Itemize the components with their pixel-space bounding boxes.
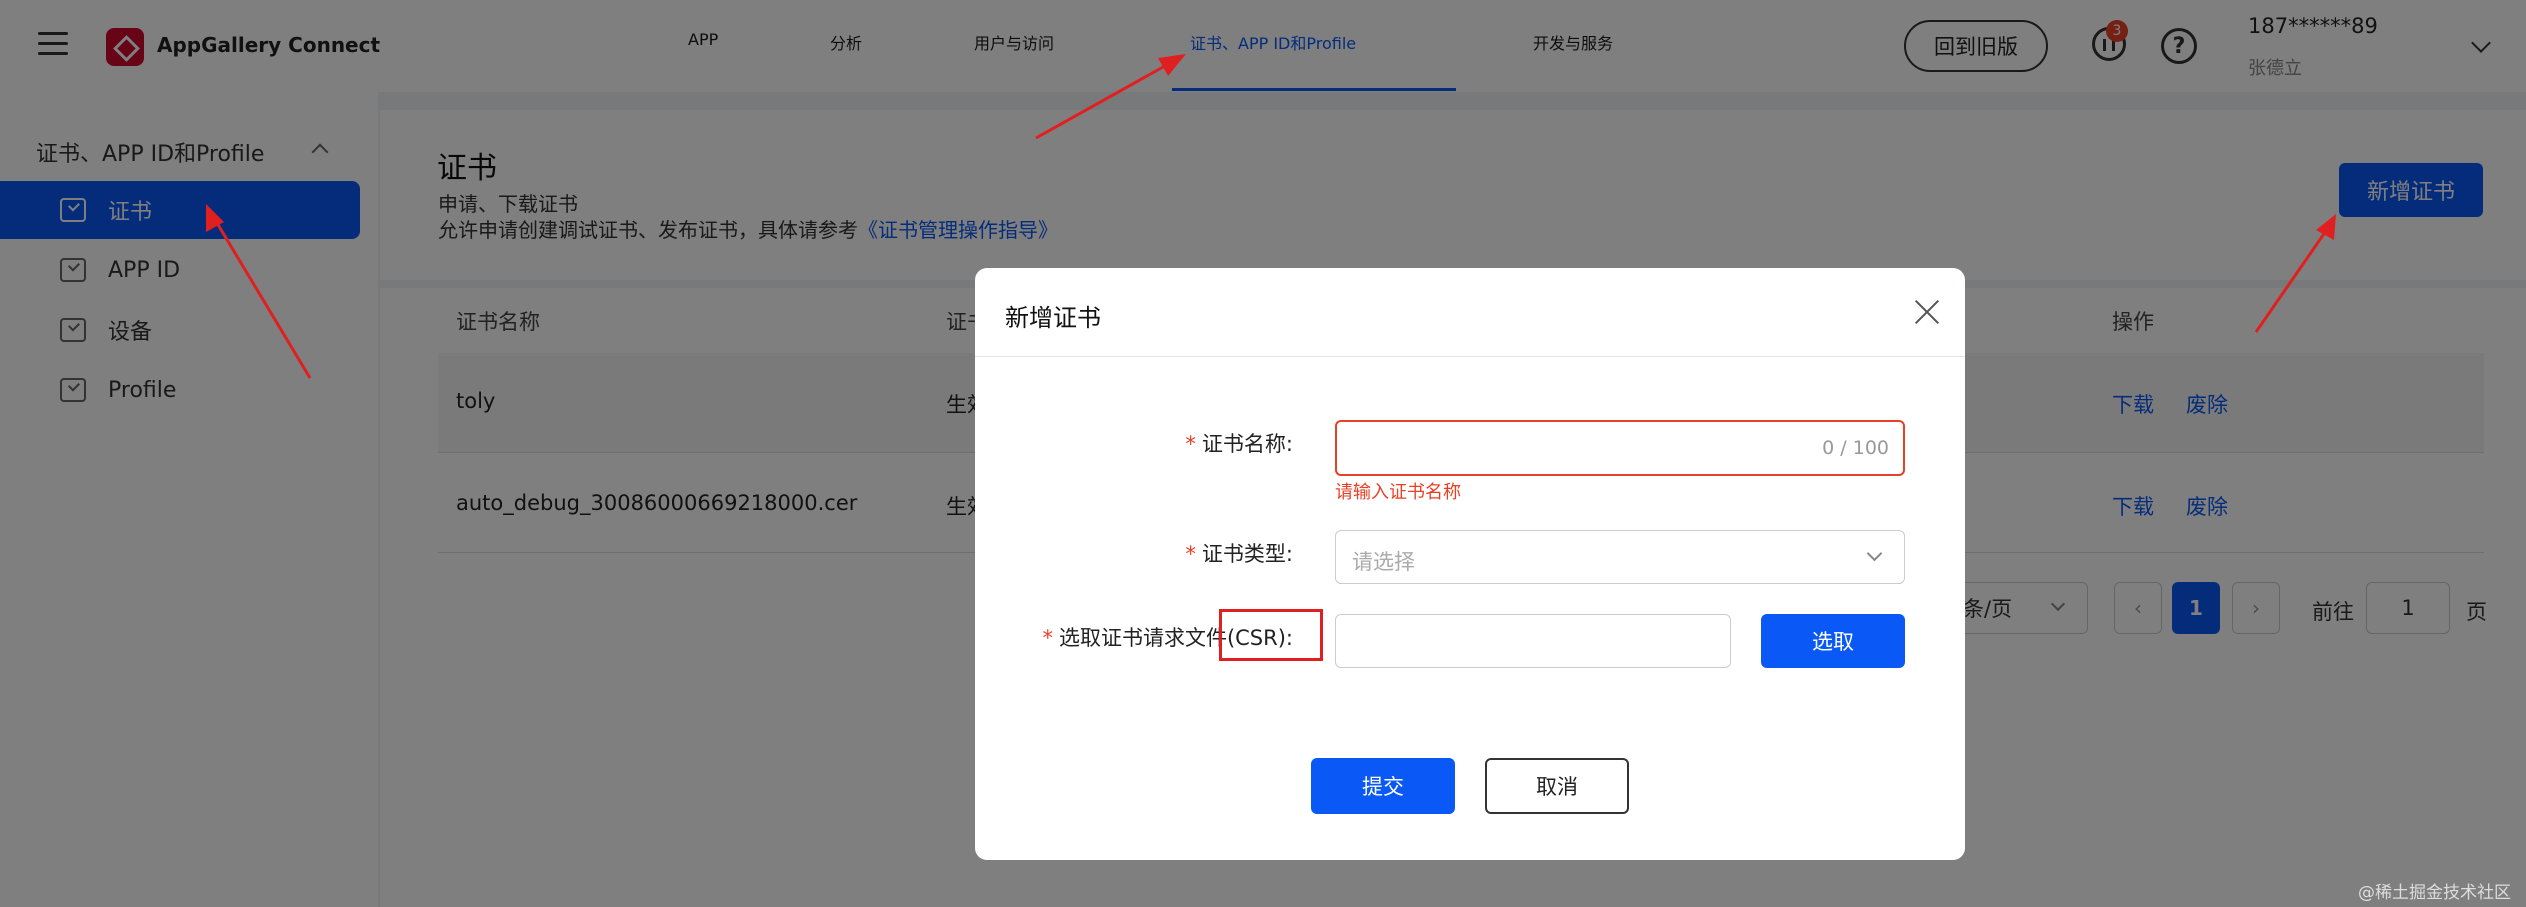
required-mark: * [1042, 626, 1053, 650]
chevron-down-icon [1866, 545, 1883, 562]
required-mark: * [1185, 432, 1196, 456]
cert-name-input[interactable]: 0 / 100 [1335, 420, 1905, 476]
cert-name-error: 请输入证书名称 [1335, 482, 1461, 503]
csr-file-input[interactable] [1335, 614, 1731, 668]
cert-type-placeholder: 请选择 [1352, 550, 1415, 574]
required-mark: * [1185, 542, 1196, 566]
close-icon[interactable] [1911, 296, 1943, 328]
submit-button[interactable]: 提交 [1311, 758, 1455, 814]
cert-name-label: * 证书名称: [1185, 432, 1293, 456]
add-certificate-dialog: 新增证书 * 证书名称: 0 / 100 请输入证书名称 * 证书类型: 请选择 *… [975, 268, 1965, 860]
select-file-button[interactable]: 选取 [1761, 614, 1905, 668]
char-counter: 0 / 100 [1822, 437, 1889, 459]
cancel-button[interactable]: 取消 [1485, 758, 1629, 814]
dialog-divider [975, 356, 1965, 357]
cert-type-select[interactable]: 请选择 [1335, 530, 1905, 584]
annotation-highlight-box [1219, 609, 1323, 661]
watermark: @稀土掘金技术社区 [2358, 883, 2511, 903]
dialog-title: 新增证书 [1005, 304, 1101, 332]
cert-type-label: * 证书类型: [1185, 542, 1293, 566]
